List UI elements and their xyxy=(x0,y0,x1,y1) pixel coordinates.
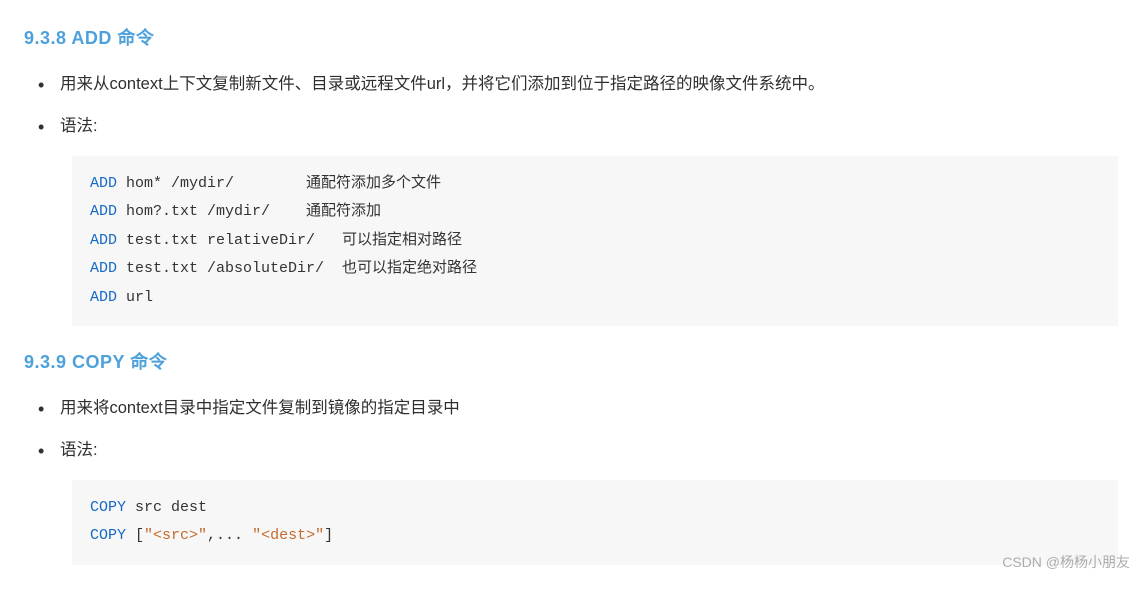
code-text: hom?.txt /mydir/ 通配符添加 xyxy=(117,203,381,220)
code-text: src dest xyxy=(126,499,207,516)
code-text: url xyxy=(117,289,153,306)
list-item: 用来将context目录中指定文件复制到镜像的指定目录中 xyxy=(56,395,1118,421)
content-list-add: 用来从context上下文复制新文件、目录或远程文件url，并将它们添加到位于指… xyxy=(24,71,1118,140)
list-item: 语法: xyxy=(56,437,1118,463)
code-string: "<dest>" xyxy=(252,527,324,544)
code-text: ,... xyxy=(207,527,252,544)
code-keyword: ADD xyxy=(90,289,117,306)
code-keyword: COPY xyxy=(90,499,126,516)
code-text: test.txt relativeDir/ 可以指定相对路径 xyxy=(117,232,462,249)
code-text: [ xyxy=(126,527,144,544)
code-keyword: ADD xyxy=(90,175,117,192)
code-keyword: COPY xyxy=(90,527,126,544)
code-block-add: ADD hom* /mydir/ 通配符添加多个文件 ADD hom?.txt … xyxy=(72,156,1118,327)
list-item: 用来从context上下文复制新文件、目录或远程文件url，并将它们添加到位于指… xyxy=(56,71,1118,97)
code-keyword: ADD xyxy=(90,203,117,220)
code-keyword: ADD xyxy=(90,260,117,277)
code-block-copy: COPY src dest COPY ["<src>",... "<dest>"… xyxy=(72,480,1118,565)
section-heading-add: 9.3.8 ADD 命令 xyxy=(24,24,1118,53)
code-keyword: ADD xyxy=(90,232,117,249)
section-heading-copy: 9.3.9 COPY 命令 xyxy=(24,348,1118,377)
code-text: ] xyxy=(324,527,333,544)
content-list-copy: 用来将context目录中指定文件复制到镜像的指定目录中 语法: xyxy=(24,395,1118,464)
code-string: "<src>" xyxy=(144,527,207,544)
code-text: test.txt /absoluteDir/ 也可以指定绝对路径 xyxy=(117,260,477,277)
list-item: 语法: xyxy=(56,113,1118,139)
code-text: hom* /mydir/ 通配符添加多个文件 xyxy=(117,175,441,192)
